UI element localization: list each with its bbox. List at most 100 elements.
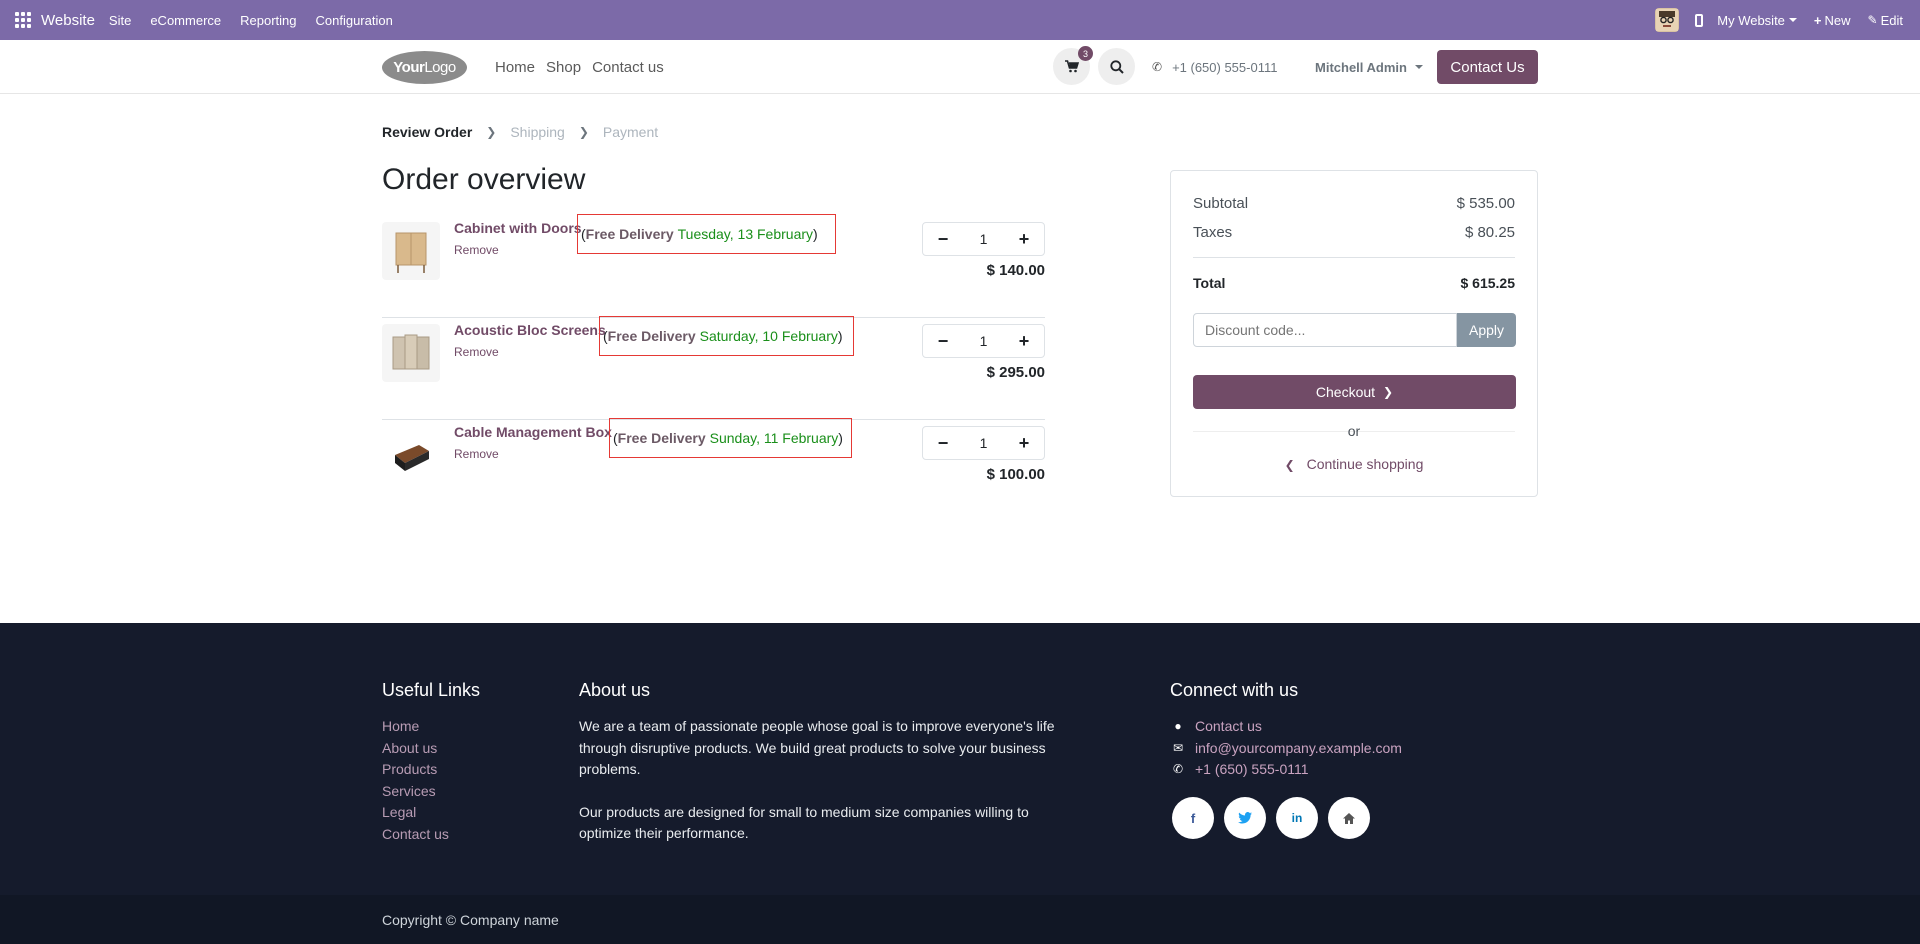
- product-thumbnail[interactable]: [382, 324, 440, 382]
- discount-code-input[interactable]: [1193, 313, 1457, 347]
- new-button[interactable]: + New: [1814, 13, 1851, 28]
- quantity-value[interactable]: 1: [963, 435, 1004, 451]
- minus-button[interactable]: −: [923, 427, 963, 459]
- mobile-preview-icon[interactable]: [1695, 13, 1704, 27]
- comment-icon: ●: [1174, 719, 1182, 733]
- quantity-stepper: − 1 +: [922, 426, 1045, 460]
- logo-text-bold: Your: [393, 59, 425, 76]
- plus-icon: +: [1813, 12, 1822, 28]
- checkout-button[interactable]: Checkout ❯: [1193, 375, 1516, 409]
- site-logo[interactable]: Your Logo: [382, 51, 467, 84]
- breadcrumb-payment: Payment: [602, 124, 659, 140]
- linkedin-icon[interactable]: in: [1276, 797, 1318, 839]
- acoustic-screen-image: [392, 334, 430, 370]
- breadcrumb-review-order[interactable]: Review Order: [382, 124, 472, 140]
- quantity-value[interactable]: 1: [963, 231, 1004, 247]
- remove-link[interactable]: Remove: [454, 345, 499, 359]
- delivery-label: Free Delivery: [607, 328, 696, 344]
- minus-button[interactable]: −: [923, 223, 963, 255]
- footer-link-about[interactable]: About us: [382, 738, 449, 760]
- footer-link-legal[interactable]: Legal: [382, 802, 449, 824]
- social-links: f in: [1172, 797, 1380, 839]
- site-footer: Useful Links Home About us Products Serv…: [0, 623, 1920, 895]
- cart-button[interactable]: 3: [1053, 46, 1093, 85]
- home-icon[interactable]: [1328, 797, 1370, 839]
- chevron-right-icon: ❯: [1383, 385, 1394, 399]
- footer-link-contact[interactable]: Contact us: [382, 824, 449, 846]
- admin-brand[interactable]: Website: [41, 12, 95, 29]
- connect-title: Connect with us: [1170, 680, 1299, 700]
- header-phone[interactable]: ✆ +1 (650) 555-0111: [1152, 40, 1277, 94]
- remove-link[interactable]: Remove: [454, 447, 499, 461]
- continue-shopping-link[interactable]: ❮ Continue shopping: [1171, 456, 1537, 472]
- house-icon: [1343, 812, 1355, 824]
- delivery-label: Free Delivery: [585, 226, 674, 242]
- taxes-value: $ 80.25: [1464, 224, 1515, 241]
- continue-shopping-label: Continue shopping: [1306, 456, 1424, 472]
- cable-box-image: [395, 445, 429, 471]
- product-thumbnail[interactable]: [382, 222, 440, 280]
- cabinet-image: [395, 232, 427, 273]
- minus-button[interactable]: −: [923, 325, 963, 357]
- delivery-label: Free Delivery: [617, 430, 706, 446]
- user-name: Mitchell Admin: [1315, 59, 1407, 75]
- useful-links-list: Home About us Products Services Legal Co…: [382, 716, 449, 846]
- site-header: Your Logo Home Shop Contact us 3 ✆ +1 (65…: [0, 40, 1920, 94]
- taxes-label: Taxes: [1193, 224, 1233, 241]
- search-button[interactable]: [1098, 48, 1135, 85]
- about-paragraph-2: Our products are designed for small to m…: [579, 803, 1029, 842]
- connect-phone[interactable]: ✆ +1 (650) 555-0111: [1170, 759, 1402, 781]
- about-text: We are a team of passionate people whose…: [579, 716, 1059, 866]
- line-price: $ 140.00: [986, 262, 1045, 279]
- admin-avatar[interactable]: [1655, 8, 1680, 32]
- order-line: Cabinet with Doors Remove (Free Delivery…: [382, 214, 1045, 318]
- plus-button[interactable]: +: [1004, 427, 1044, 459]
- phone-icon: ✆: [1152, 60, 1163, 74]
- chevron-right-icon: ❯: [486, 125, 497, 139]
- admin-menu-configuration[interactable]: Configuration: [316, 13, 393, 28]
- product-name[interactable]: Cable Management Box: [454, 424, 612, 440]
- quantity-value[interactable]: 1: [963, 333, 1004, 349]
- plus-button[interactable]: +: [1004, 223, 1044, 255]
- line-price: $ 295.00: [986, 364, 1045, 381]
- twitter-icon[interactable]: [1224, 797, 1266, 839]
- facebook-icon[interactable]: f: [1172, 797, 1214, 839]
- remove-link[interactable]: Remove: [454, 243, 499, 257]
- chevron-left-icon: ❮: [1284, 458, 1295, 472]
- website-switcher-label: My Website: [1717, 12, 1785, 28]
- admin-menu-ecommerce[interactable]: eCommerce: [150, 13, 221, 28]
- connect-contact[interactable]: ● Contact us: [1170, 716, 1402, 738]
- product-name[interactable]: Acoustic Bloc Screens: [454, 322, 606, 338]
- admin-menu-site[interactable]: Site: [109, 13, 131, 28]
- apply-discount-button[interactable]: Apply: [1457, 313, 1516, 347]
- nav-contact[interactable]: Contact us: [592, 59, 664, 76]
- envelope-icon: ✉: [1172, 740, 1184, 755]
- apps-grid-icon[interactable]: [15, 12, 31, 28]
- caret-down-icon: [1788, 18, 1797, 22]
- user-menu[interactable]: Mitchell Admin: [1315, 40, 1423, 94]
- admin-menu-reporting[interactable]: Reporting: [240, 13, 296, 28]
- admin-bar: Website Site eCommerce Reporting Configu…: [0, 0, 1920, 40]
- footer-link-home[interactable]: Home: [382, 716, 449, 738]
- contact-us-button[interactable]: Contact Us: [1437, 50, 1538, 84]
- or-text: or: [1347, 423, 1361, 439]
- product-name[interactable]: Cabinet with Doors: [454, 220, 582, 236]
- nav-home[interactable]: Home: [495, 59, 535, 76]
- nav-shop[interactable]: Shop: [546, 59, 581, 76]
- footer-link-services[interactable]: Services: [382, 781, 449, 803]
- connect-email[interactable]: ✉ info@yourcompany.example.com: [1170, 738, 1402, 760]
- product-thumbnail[interactable]: [382, 426, 440, 484]
- copyright-bar: Copyright © Company name: [0, 895, 1920, 944]
- delivery-date: Sunday, 11 February: [709, 430, 839, 446]
- website-switcher[interactable]: My Website: [1717, 13, 1797, 28]
- page-title: Order overview: [382, 163, 586, 196]
- footer-link-products[interactable]: Products: [382, 759, 449, 781]
- edit-button[interactable]: ✎ Edit: [1868, 13, 1903, 28]
- subtotal-row: Subtotal $ 535.00: [1193, 195, 1515, 212]
- plus-button[interactable]: +: [1004, 325, 1044, 357]
- avatar-face-icon: [1656, 9, 1679, 31]
- header-phone-number: +1 (650) 555-0111: [1172, 59, 1278, 75]
- twitter-bird-icon: [1238, 812, 1252, 824]
- pencil-icon: ✎: [1867, 13, 1878, 27]
- logo-text-thin: Logo: [424, 59, 456, 76]
